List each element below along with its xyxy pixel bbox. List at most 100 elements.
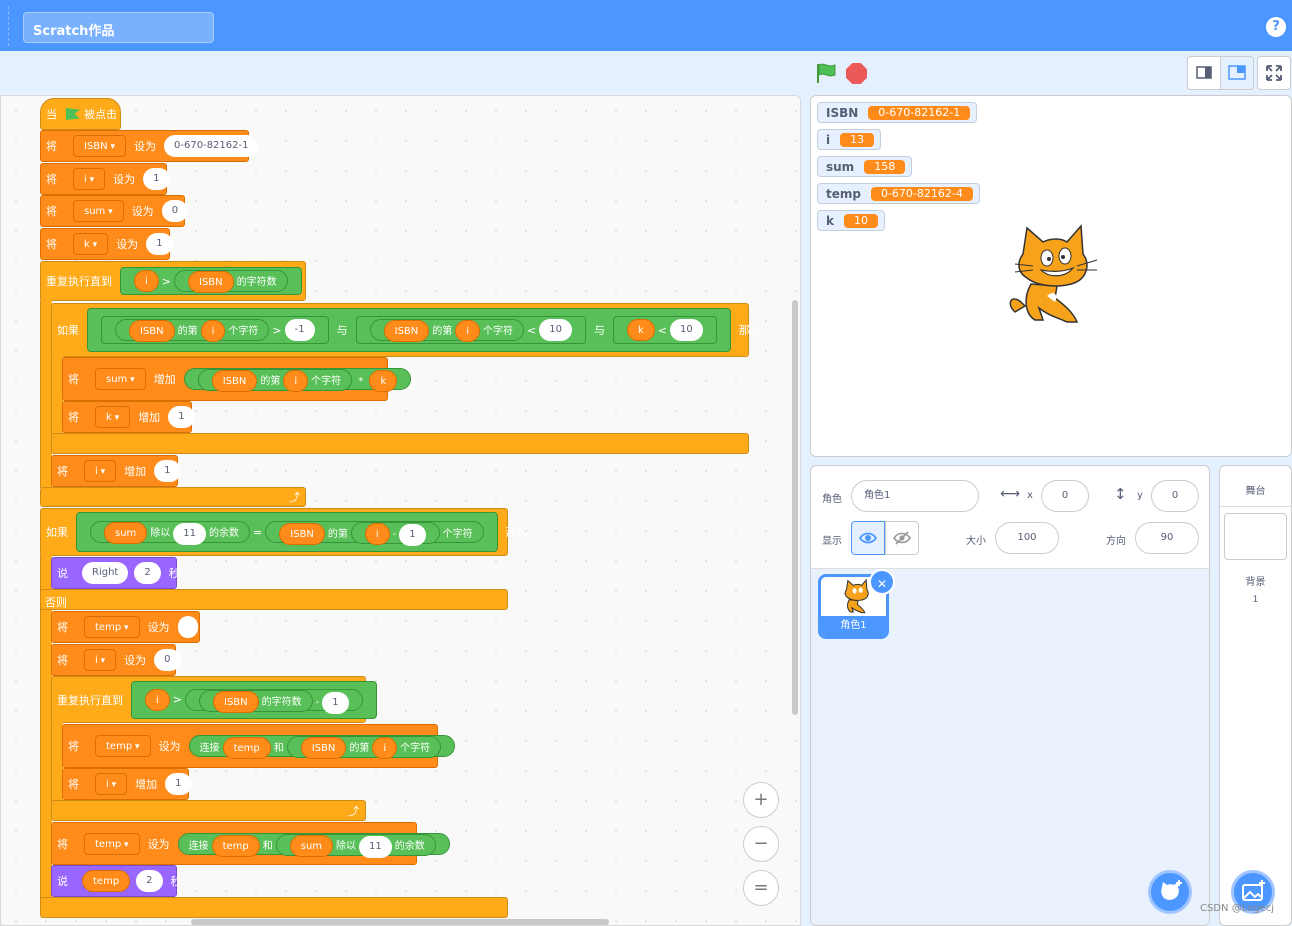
value-input[interactable]: 2 [134, 562, 161, 584]
size-input[interactable]: 100 [995, 522, 1059, 554]
condition-gt[interactable]: ISBN 的第 i 个字符 > -1 [101, 316, 329, 344]
minus-reporter[interactable]: i-1 [350, 522, 440, 546]
when-flag-clicked-block[interactable]: 当 被点击 [40, 98, 121, 130]
value-input[interactable]: 1 [146, 233, 173, 255]
minus-reporter[interactable]: ISBN 的字符数 -1 [185, 688, 363, 714]
reporter-isbn[interactable]: ISBN [213, 690, 259, 713]
join-reporter[interactable]: 连接 temp 和 sum 除以 11 的余数 [177, 832, 450, 858]
variable-dropdown[interactable]: temp [84, 832, 140, 855]
set-isbn-block[interactable]: 将 ISBN 设为 0-670-82162-1 [40, 130, 259, 162]
reporter-isbn[interactable]: ISBN [279, 523, 325, 545]
reporter-i[interactable]: i [364, 523, 390, 545]
variable-dropdown[interactable]: k [73, 233, 109, 255]
if-else-block[interactable]: 如果 sum 除以 11 的余数 = ISBN 的第 i -1 个字符 那么 [40, 508, 528, 556]
reporter-isbn[interactable]: ISBN [383, 320, 430, 342]
value-input[interactable]: 1 [143, 168, 170, 190]
value-input[interactable]: 1 [399, 524, 426, 546]
reporter-temp[interactable]: temp [82, 870, 131, 892]
mod-reporter[interactable]: sum 除以 11 的余数 [90, 521, 251, 545]
condition-lt[interactable]: k < 10 [613, 316, 717, 344]
multiply-reporter[interactable]: ISBN 的第 i 个字符 * k [183, 368, 412, 392]
letter-reporter[interactable]: ISBN 的第 i -1 个字符 [265, 521, 484, 546]
horizontal-scrollbar[interactable] [191, 919, 609, 925]
value-input[interactable]: 0 [154, 649, 181, 671]
cat-sprite[interactable] [1001, 224, 1101, 328]
letter-reporter[interactable]: ISBN 的第 i 个字符 [115, 319, 270, 342]
small-stage-button[interactable] [1187, 56, 1221, 90]
stage[interactable]: ISBN 0-670-82162-1 i 13 sum 158 temp 0-670-8… [810, 95, 1292, 457]
variable-dropdown[interactable]: sum [73, 200, 124, 222]
reporter-temp[interactable]: temp [211, 834, 260, 857]
sprite-name-input[interactable]: 角色1 [851, 480, 979, 512]
letter-reporter[interactable]: ISBN 的第 i 个字符 [369, 319, 525, 342]
change-k-block[interactable]: 将 k 增加 1 [62, 401, 195, 433]
zoom-out-button[interactable]: − [743, 826, 779, 862]
reporter-i[interactable]: i [200, 320, 226, 342]
green-flag-icon[interactable] [815, 62, 837, 84]
stop-icon[interactable] [846, 63, 867, 84]
set-temp-join-mod-block[interactable]: 将 temp 设为 连接temp和sum除以11的余数 [51, 822, 450, 865]
value-input[interactable]: 1 [322, 691, 349, 714]
show-visible-button[interactable] [851, 521, 885, 555]
value-input[interactable]: 11 [359, 835, 392, 858]
reporter-i[interactable]: i [455, 320, 481, 342]
value-input[interactable]: 11 [173, 523, 207, 545]
direction-input[interactable]: 90 [1135, 522, 1199, 554]
condition-gt[interactable]: i > ISBN 的字符数 [120, 267, 302, 295]
condition-eq[interactable]: sum 除以 11 的余数 = ISBN 的第 i -1 个字符 [76, 512, 498, 552]
vertical-scrollbar[interactable] [792, 300, 798, 715]
value-input[interactable]: 1 [154, 460, 181, 482]
reporter-isbn[interactable]: ISBN [129, 320, 175, 342]
repeat-until-inner-block[interactable]: 重复执行直到 i > ISBN 的字符数 -1 [51, 676, 377, 723]
reporter-i[interactable]: i [134, 270, 159, 292]
join-reporter[interactable]: 连接 temp 和 ISBN 的第 i 个字符 [188, 735, 456, 759]
zoom-in-button[interactable]: + [743, 782, 779, 818]
change-sum-block[interactable]: 将 sum 增加 ISBN的第i个字符 * k [62, 357, 412, 401]
change-i-inner-block[interactable]: 将 i 增加 1 [62, 768, 192, 800]
variable-dropdown[interactable]: i [73, 168, 106, 190]
repeat-until-block[interactable]: 重复执行直到 i > ISBN 的字符数 [40, 261, 306, 301]
condition-gt[interactable]: i > ISBN 的字符数 -1 [131, 680, 377, 719]
reporter-sum[interactable]: sum [104, 522, 148, 544]
variable-dropdown[interactable]: sum [95, 368, 146, 390]
length-reporter[interactable]: ISBN 的字符数 [199, 689, 313, 713]
zoom-reset-button[interactable]: = [743, 870, 779, 906]
reporter-i[interactable]: i [145, 688, 170, 711]
value-input[interactable]: 1 [168, 406, 195, 428]
reporter-k[interactable]: k [369, 370, 398, 392]
reporter-temp[interactable]: temp [222, 737, 271, 759]
value-input[interactable]: Right [82, 562, 129, 584]
letter-reporter[interactable]: ISBN 的第 i 个字符 [286, 736, 442, 759]
variable-dropdown[interactable]: i [95, 773, 128, 795]
letter-reporter[interactable]: ISBN 的第 i 个字符 [197, 369, 353, 392]
mod-reporter[interactable]: sum 除以 11 的余数 [275, 833, 436, 858]
value-input[interactable]: 0 [161, 200, 189, 222]
trash-icon[interactable]: ✕ [869, 569, 895, 595]
reporter-sum[interactable]: sum [289, 834, 334, 857]
value-input[interactable]: 2 [136, 870, 163, 892]
reporter-i[interactable]: i [283, 370, 309, 392]
value-input[interactable]: 1 [165, 773, 192, 795]
value-input[interactable]: 10 [670, 319, 703, 341]
variable-dropdown[interactable]: i [84, 460, 117, 482]
value-input[interactable]: 10 [539, 319, 572, 341]
set-i-block[interactable]: 将 i 设为 1 [40, 163, 170, 195]
value-input[interactable]: 0-670-82162-1 [164, 135, 259, 157]
set-i-zero-block[interactable]: 将 i 设为 0 [51, 644, 181, 676]
set-k-block[interactable]: 将 k 设为 1 [40, 228, 173, 260]
normal-stage-button[interactable] [1220, 56, 1254, 90]
variable-dropdown[interactable]: ISBN [73, 135, 127, 157]
change-i-block[interactable]: 将 i 增加 1 [51, 455, 181, 487]
variable-dropdown[interactable]: k [95, 406, 131, 428]
project-title-input[interactable]: Scratch作品 [23, 12, 214, 43]
reporter-i[interactable]: i [372, 737, 398, 759]
variable-dropdown[interactable]: i [84, 649, 117, 671]
reporter-isbn[interactable]: ISBN [188, 271, 234, 293]
set-sum-block[interactable]: 将 sum 设为 0 [40, 195, 189, 227]
variable-dropdown[interactable]: temp [84, 616, 140, 638]
say-right-block[interactable]: 说 Right 2 秒 [51, 557, 180, 589]
condition-and[interactable]: ISBN 的第 i 个字符 > -1 与 ISBN 的第 i 个字符 < 10 与 k < … [87, 308, 731, 352]
if-block[interactable]: 如果 ISBN 的第 i 个字符 > -1 与 ISBN 的第 i 个字符 < 10 与 k… [51, 303, 761, 357]
value-input[interactable]: -1 [284, 319, 315, 341]
condition-lt[interactable]: ISBN 的第 i 个字符 < 10 [355, 316, 586, 344]
